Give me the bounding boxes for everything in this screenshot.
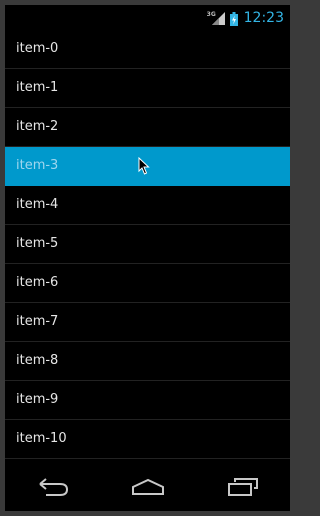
list-item[interactable]: item-6 xyxy=(5,264,290,303)
status-bar: 3G 12:23 xyxy=(5,5,290,30)
mouse-cursor-icon xyxy=(138,157,150,175)
battery-icon xyxy=(229,11,238,26)
list-item[interactable]: item-7 xyxy=(5,303,290,342)
back-button[interactable] xyxy=(28,467,78,507)
list-item[interactable]: item-9 xyxy=(5,381,290,420)
list-item-label: item-8 xyxy=(16,353,59,368)
item-list[interactable]: item-0 item-1 item-2 item-3 item-4 item-… xyxy=(5,30,290,459)
list-item-label: item-4 xyxy=(16,197,59,212)
home-button[interactable] xyxy=(123,467,173,507)
list-item[interactable]: item-2 xyxy=(5,108,290,147)
recent-apps-icon xyxy=(227,478,258,496)
list-item-label: item-10 xyxy=(16,431,67,446)
list-item[interactable]: item-4 xyxy=(5,186,290,225)
network-type-label: 3G xyxy=(206,10,216,18)
list-item-selected[interactable]: item-3 xyxy=(5,147,290,186)
list-item-label: item-5 xyxy=(16,236,59,251)
status-clock: 12:23 xyxy=(243,9,284,26)
list-item[interactable]: item-1 xyxy=(5,69,290,108)
list-item-label: item-3 xyxy=(16,158,59,173)
device-screen: 3G 12:23 item-0 item-1 item-2 item-3 ite… xyxy=(5,5,290,511)
back-icon xyxy=(38,478,68,496)
recent-apps-button[interactable] xyxy=(218,467,268,507)
list-item-label: item-9 xyxy=(16,392,59,407)
list-item[interactable]: item-5 xyxy=(5,225,290,264)
navigation-bar xyxy=(5,463,290,511)
signal-icon: 3G xyxy=(206,10,226,26)
list-item[interactable]: item-8 xyxy=(5,342,290,381)
list-item-label: item-6 xyxy=(16,275,59,290)
list-item-label: item-1 xyxy=(16,80,59,95)
list-item-label: item-7 xyxy=(16,314,59,329)
list-item-label: item-2 xyxy=(16,119,59,134)
status-icons: 3G 12:23 xyxy=(206,8,284,27)
list-item[interactable]: item-10 xyxy=(5,420,290,459)
list-item-label: item-0 xyxy=(16,41,59,56)
home-icon xyxy=(131,478,164,495)
list-item[interactable]: item-0 xyxy=(5,30,290,69)
